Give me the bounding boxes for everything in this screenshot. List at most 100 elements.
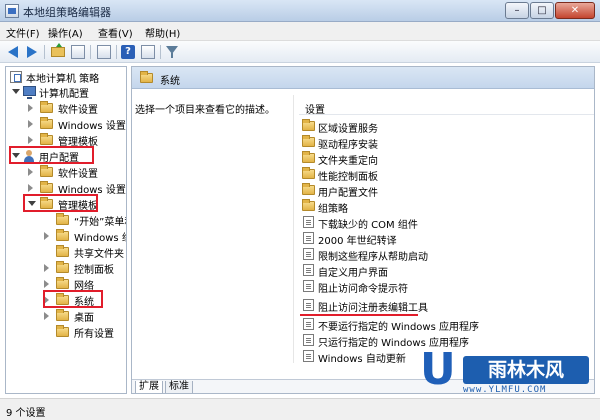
toolbar: ? [0, 41, 600, 63]
list-item-setting[interactable]: 不要运行指定的 Windows 应用程序 [299, 316, 589, 333]
policy-setting-icon [303, 280, 314, 292]
forward-arrow-icon[interactable] [24, 44, 40, 60]
policy-icon [10, 71, 22, 83]
close-button[interactable]: ✕ [555, 2, 595, 19]
export-list-icon[interactable] [96, 44, 112, 60]
toolbar-separator [44, 45, 45, 59]
list-item-folder[interactable]: 驱动程序安装 [299, 134, 589, 151]
list-item-setting[interactable]: 阻止访问注册表编辑工具 [299, 297, 589, 314]
watermark-brand: 雨林木风 [463, 356, 589, 384]
list-item-setting[interactable]: 限制这些程序从帮助启动 [299, 246, 589, 263]
tree-item-uc-software[interactable]: 软件设置 [8, 164, 126, 180]
column-header-settings[interactable]: 设置 [299, 99, 594, 116]
folder-icon [40, 117, 53, 129]
menu-action[interactable]: 操作(A) [48, 25, 83, 40]
status-bar: 9 个设置 [0, 398, 600, 420]
menu-bar: 文件(F) 操作(A) 查看(V) 帮助(H) [0, 22, 600, 41]
menu-file[interactable]: 文件(F) [6, 25, 40, 40]
list-item-setting[interactable]: 阻止访问命令提示符 [299, 278, 589, 295]
policy-setting-icon [303, 318, 314, 330]
description-text: 选择一个项目来查看它的描述。 [135, 105, 275, 116]
folder-icon [56, 277, 69, 289]
policy-setting-icon [303, 350, 314, 362]
folder-icon [56, 229, 69, 241]
tree-item-desktop[interactable]: 桌面 [8, 308, 126, 324]
tree-item-start-menu[interactable]: “开始”菜单和任务栏 [8, 212, 126, 228]
folder-icon [302, 167, 315, 179]
folder-icon [140, 71, 153, 83]
folder-icon [302, 199, 315, 211]
properties-icon[interactable] [140, 44, 156, 60]
computer-icon [23, 86, 36, 99]
tab-standard[interactable]: 标准 [165, 381, 193, 393]
expand-closed-icon[interactable] [28, 136, 33, 144]
list-item-folder[interactable]: 性能控制面板 [299, 166, 589, 183]
folder-icon [302, 151, 315, 163]
policy-setting-icon [303, 299, 314, 311]
title-bar: 本地组策略编辑器 – □ ✕ [0, 0, 600, 22]
expand-closed-icon[interactable] [44, 232, 49, 240]
tree-item-cc-windows[interactable]: Windows 设置 [8, 116, 126, 132]
navigation-tree: 本地计算机 策略 计算机配置 软件设置 Windows 设置 管理模板 用户配置… [5, 66, 127, 394]
status-text: 9 个设置 [6, 408, 46, 419]
window-title: 本地组策略编辑器 [23, 6, 111, 19]
folder-icon [56, 261, 69, 273]
details-title: 系统 [160, 76, 180, 87]
expand-closed-icon[interactable] [44, 264, 49, 272]
tree-item-all-settings[interactable]: 所有设置 [8, 324, 126, 340]
list-item-folder[interactable]: 用户配置文件 [299, 182, 589, 199]
folder-icon [302, 135, 315, 147]
folder-icon [302, 119, 315, 131]
tree-item-windows-components[interactable]: Windows 组件 [8, 228, 126, 244]
folder-icon [56, 309, 69, 321]
list-item-setting[interactable]: 2000 年世纪转译 [299, 230, 589, 247]
policy-setting-icon [303, 264, 314, 276]
folder-icon [40, 181, 53, 193]
tree-item-cc-software[interactable]: 软件设置 [8, 100, 126, 116]
toolbar-separator [90, 45, 91, 59]
details-header: 系统 [132, 67, 594, 89]
list-item-folder[interactable]: 文件夹重定向 [299, 150, 589, 167]
folder-icon [302, 183, 315, 195]
tree-item-shared-folders[interactable]: 共享文件夹 [8, 244, 126, 260]
list-item-folder[interactable]: 组策略 [299, 198, 589, 215]
policy-setting-icon [303, 232, 314, 244]
list-item-setting[interactable]: 下载缺少的 COM 组件 [299, 214, 589, 231]
expand-open-icon[interactable] [12, 89, 20, 94]
highlight-system [43, 290, 103, 308]
folder-icon [40, 101, 53, 113]
menu-help[interactable]: 帮助(H) [145, 25, 180, 40]
show-hide-tree-icon[interactable] [70, 44, 86, 60]
minimize-button[interactable]: – [505, 2, 529, 19]
tree-item-control-panel[interactable]: 控制面板 [8, 260, 126, 276]
expand-closed-icon[interactable] [28, 184, 33, 192]
list-item-setting[interactable]: 自定义用户界面 [299, 262, 589, 279]
policy-setting-icon [303, 248, 314, 260]
menu-view[interactable]: 查看(V) [98, 25, 133, 40]
highlight-admin-templates [23, 194, 98, 212]
up-folder-icon[interactable] [50, 43, 66, 60]
filter-icon[interactable] [164, 44, 180, 60]
help-icon[interactable]: ? [120, 44, 136, 60]
tree-item-computer-config[interactable]: 计算机配置 [8, 84, 126, 100]
folder-icon [56, 245, 69, 257]
highlight-user-config [9, 146, 94, 164]
details-pane: 系统 选择一个项目来查看它的描述。 设置 区域设置服务 驱动程序安装 文件夹重定… [131, 66, 595, 394]
maximize-button[interactable]: □ [530, 2, 554, 19]
policy-setting-icon [303, 334, 314, 346]
watermark-url: www.YLMFU.COM [463, 385, 547, 395]
expand-closed-icon[interactable] [44, 280, 49, 288]
expand-closed-icon[interactable] [44, 312, 49, 320]
back-arrow-icon[interactable] [6, 44, 22, 60]
tab-extended[interactable]: 扩展 [135, 381, 163, 393]
folder-icon [56, 213, 69, 225]
expand-closed-icon[interactable] [28, 120, 33, 128]
column-divider [293, 95, 294, 363]
toolbar-separator [160, 45, 161, 59]
list-item-folder[interactable]: 区域设置服务 [299, 118, 589, 135]
policy-setting-icon [303, 216, 314, 228]
expand-closed-icon[interactable] [28, 168, 33, 176]
toolbar-separator [116, 45, 117, 59]
expand-closed-icon[interactable] [28, 104, 33, 112]
tree-item-local-policy[interactable]: 本地计算机 策略 [8, 69, 126, 85]
